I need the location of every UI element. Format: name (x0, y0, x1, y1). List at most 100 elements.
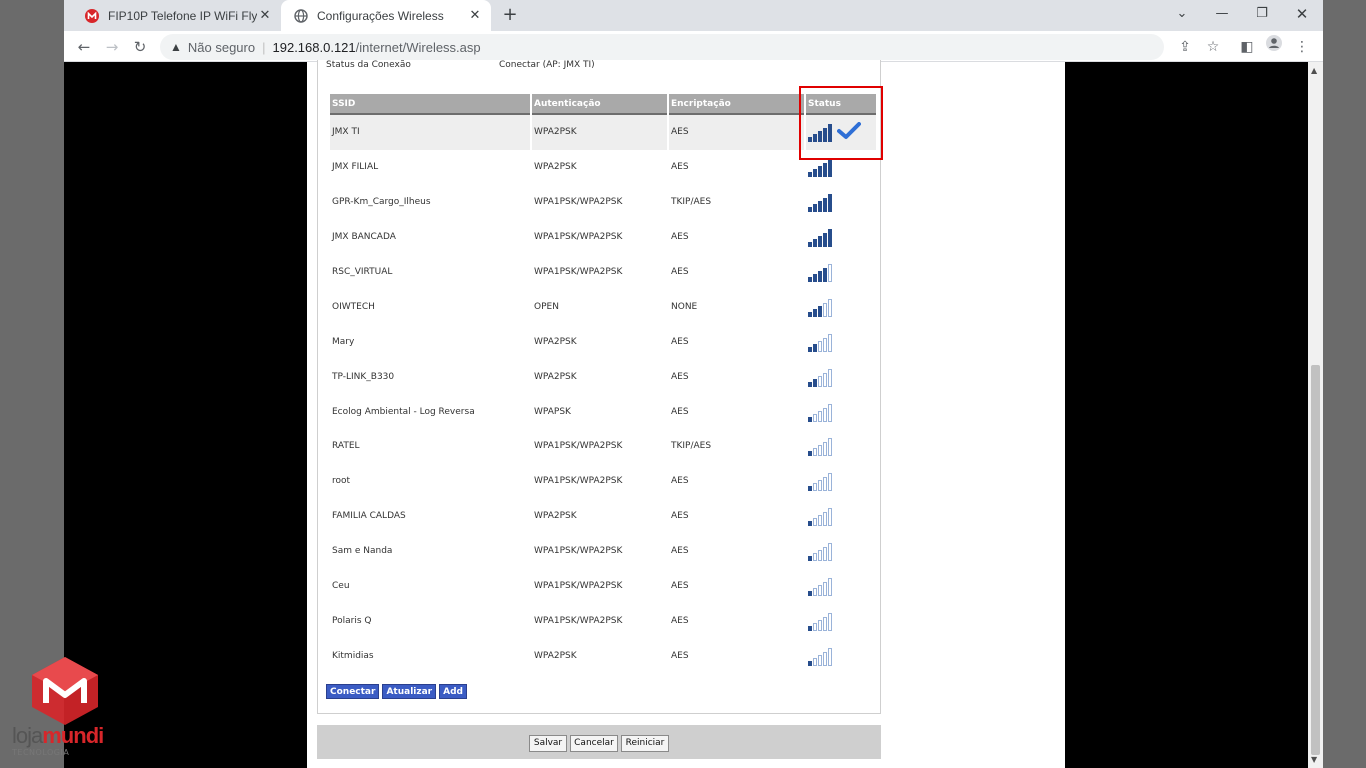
table-row[interactable]: Sam e Nanda WPA1PSK/WPA2PSK AES (330, 534, 876, 569)
close-window-icon[interactable]: ✕ (1282, 0, 1322, 31)
url-host: 192.168.0.121 (272, 39, 356, 55)
signal-strength-icon (808, 402, 832, 422)
menu-kebab-icon[interactable]: ⋮ (1290, 35, 1314, 59)
cell-ssid: GPR-Km_Cargo_Ilheus (332, 197, 431, 208)
table-row[interactable]: JMX BANCADA WPA1PSK/WPA2PSK AES (330, 220, 876, 255)
table-row[interactable]: TP-LINK_B330 WPA2PSK AES (330, 359, 876, 394)
table-row[interactable]: Ceu WPA1PSK/WPA2PSK AES (330, 569, 876, 604)
table-row[interactable]: Kitmidias WPA2PSK AES (330, 638, 876, 673)
table-row[interactable]: OIWTECH OPEN NONE (330, 289, 876, 324)
signal-strength-icon (808, 367, 832, 387)
wifi-networks-table: SSID Autenticação Encriptação Status JMX… (328, 94, 878, 673)
signal-bar (828, 403, 832, 422)
tab-search-chevron-icon[interactable]: ⌄ (1162, 0, 1202, 31)
signal-bar (823, 547, 827, 562)
signal-bar (813, 378, 817, 387)
signal-bar (813, 622, 817, 631)
signal-bar (808, 242, 812, 248)
star-icon[interactable]: ☆ (1201, 35, 1225, 59)
signal-bar (808, 591, 812, 597)
cell-auth: WPA2PSK (532, 115, 667, 150)
status-highlight-box (799, 86, 883, 160)
signal-bar (818, 410, 822, 422)
profile-icon[interactable] (1262, 35, 1286, 59)
side-panel-icon[interactable]: ◧ (1235, 35, 1259, 59)
signal-bar (813, 657, 817, 666)
cell-status (806, 394, 876, 429)
signal-bar (808, 207, 812, 213)
restore-icon[interactable]: ❐ (1242, 0, 1282, 31)
url-path: /internet/Wireless.asp (355, 39, 481, 55)
signal-bar (828, 508, 832, 527)
table-row[interactable]: RSC_VIRTUAL WPA1PSK/WPA2PSK AES (330, 255, 876, 290)
warning-triangle-icon[interactable]: ▲ (170, 40, 182, 54)
cell-auth: WPA2PSK (534, 511, 577, 522)
connect-button[interactable]: Conectar (326, 684, 380, 699)
table-row[interactable]: GPR-Km_Cargo_Ilheus WPA1PSK/WPA2PSK TKIP/A… (330, 185, 876, 220)
signal-bar (818, 550, 822, 562)
forward-arrow-icon[interactable]: → (100, 35, 124, 59)
table-row[interactable]: RATEL WPA1PSK/WPA2PSK TKIP/AES (330, 429, 876, 464)
table-row[interactable]: JMX FILIAL WPA2PSK AES (330, 150, 876, 185)
signal-bar (813, 274, 817, 282)
signal-bar (818, 585, 822, 597)
cancel-button[interactable]: Cancelar (570, 735, 618, 752)
cell-status (806, 324, 876, 359)
connection-status-row: Status da Conexão Conectar (AP: JMX TI) (326, 60, 866, 74)
signal-bar (818, 619, 822, 631)
refresh-button[interactable]: Atualizar (382, 684, 437, 699)
signal-bar (828, 333, 832, 352)
minimize-icon[interactable]: — (1202, 0, 1242, 31)
cell-status (806, 255, 876, 290)
cell-status (806, 359, 876, 394)
reload-icon[interactable]: ↻ (128, 35, 152, 59)
cell-status (806, 429, 876, 464)
scroll-down-icon[interactable]: ▼ (1311, 755, 1317, 764)
signal-bar (808, 172, 812, 178)
tab-fip10p[interactable]: FIP10P Telefone IP WiFi Flyingvoi ✕ (72, 0, 281, 31)
tab-wireless-config[interactable]: Configurações Wireless ✕ (281, 0, 491, 31)
wireless-config-page: Status da Conexão Conectar (AP: JMX TI) … (307, 60, 1065, 768)
signal-bar (808, 625, 812, 631)
column-ssid: SSID (330, 94, 530, 115)
save-button[interactable]: Salvar (529, 735, 567, 752)
page-scrollbar[interactable]: ▲ ▼ (1308, 62, 1323, 768)
cell-enc: AES (671, 476, 689, 487)
scroll-up-icon[interactable]: ▲ (1311, 66, 1317, 75)
signal-bar (818, 480, 822, 492)
table-row[interactable]: JMX TI WPA2PSK AES (330, 115, 876, 150)
cell-ssid: Ceu (332, 581, 350, 592)
close-tab-icon[interactable]: ✕ (467, 8, 483, 23)
brand-logo-icon (32, 657, 98, 725)
cell-status (806, 603, 876, 638)
share-icon[interactable]: ⇪ (1173, 35, 1197, 59)
cell-ssid: Kitmidias (332, 650, 374, 661)
add-button[interactable]: Add (439, 684, 467, 699)
tab-title: FIP10P Telefone IP WiFi Flyingvoi (108, 8, 257, 23)
security-label[interactable]: Não seguro (188, 40, 255, 55)
table-row[interactable]: Polaris Q WPA1PSK/WPA2PSK AES (330, 603, 876, 638)
cell-ssid: JMX FILIAL (332, 162, 379, 173)
signal-strength-icon (808, 262, 832, 282)
address-bar[interactable]: ▲ Não seguro | 192.168.0.121/internet/Wi… (160, 34, 1164, 60)
back-arrow-icon[interactable]: ← (72, 35, 96, 59)
table-row[interactable]: Ecolog Ambiental - Log Reversa WPAPSK AES (330, 394, 876, 429)
table-row[interactable]: root WPA1PSK/WPA2PSK AES (330, 464, 876, 499)
signal-bar (828, 298, 832, 317)
new-tab-icon[interactable]: + (498, 4, 522, 28)
column-auth: Autenticação (532, 94, 667, 115)
signal-bar (813, 553, 817, 562)
signal-strength-icon (808, 646, 832, 666)
signal-bar (828, 612, 832, 631)
restart-button[interactable]: Reiniciar (621, 735, 669, 752)
cell-enc: AES (671, 336, 689, 347)
table-row[interactable]: FAMILIA CALDAS WPA2PSK AES (330, 499, 876, 534)
scrollbar-thumb[interactable] (1311, 365, 1320, 755)
close-tab-icon[interactable]: ✕ (257, 8, 273, 23)
signal-strength-icon (808, 157, 832, 178)
table-row[interactable]: Mary WPA2PSK AES (330, 324, 876, 359)
cell-auth: OPEN (534, 301, 559, 312)
cell-status (806, 569, 876, 604)
signal-strength-icon (808, 471, 832, 492)
cell-auth: WPA1PSK/WPA2PSK (534, 615, 623, 626)
